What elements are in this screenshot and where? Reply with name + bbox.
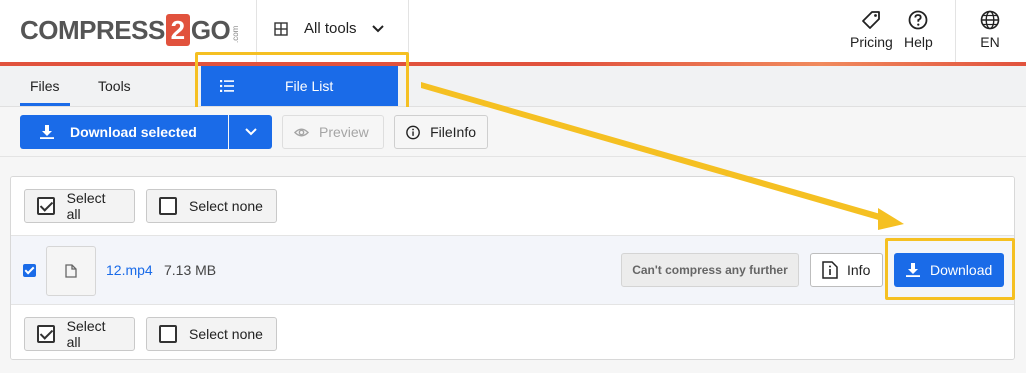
checkbox-empty-icon xyxy=(159,325,177,343)
download-icon xyxy=(906,263,920,277)
table-row: 12.mp4 7.13 MB Can't compress any furthe… xyxy=(11,235,1014,304)
logo-text-go: GO xyxy=(190,14,231,45)
list-icon xyxy=(220,80,234,92)
logo-text-compress: COMPRESS xyxy=(20,14,165,45)
header-divider xyxy=(408,0,409,62)
tab-tools[interactable]: Tools xyxy=(98,78,131,94)
select-all-label: Select all xyxy=(66,318,106,350)
header-divider xyxy=(256,0,257,62)
file-icon xyxy=(65,264,77,278)
select-all-label: Select all xyxy=(66,190,106,222)
file-info-label: Info xyxy=(847,262,871,278)
file-size: 7.13 MB xyxy=(164,262,217,278)
status-text: Can't compress any further xyxy=(632,263,788,277)
pricing-label: Pricing xyxy=(850,34,893,50)
file-download-label: Download xyxy=(930,262,993,278)
select-none-label: Select none xyxy=(189,326,263,342)
tag-icon xyxy=(862,11,881,29)
logo-number: 2 xyxy=(165,14,190,46)
selection-controls-bottom: Select all Select none xyxy=(11,304,1014,359)
pricing-button[interactable]: Pricing xyxy=(850,10,893,50)
tab-file-list[interactable]: File List xyxy=(201,66,398,106)
file-row-checkbox[interactable] xyxy=(23,264,36,277)
header-divider xyxy=(955,0,956,62)
selection-controls-top: Select all Select none xyxy=(11,177,1014,235)
status-badge: Can't compress any further xyxy=(621,253,799,287)
tab-files[interactable]: Files xyxy=(20,78,69,106)
language-label: EN xyxy=(980,34,1000,50)
language-selector[interactable]: EN xyxy=(980,10,1000,50)
logo-domain: .com xyxy=(231,25,241,43)
select-all-button[interactable]: Select all xyxy=(24,317,135,351)
download-selected-label: Download selected xyxy=(70,124,197,140)
checkbox-checked-icon xyxy=(37,325,55,343)
file-list-panel: Select all Select none 12.mp4 7.13 MB Ca… xyxy=(10,176,1015,360)
all-tools-menu[interactable]: All tools xyxy=(274,20,385,37)
checkbox-empty-icon xyxy=(159,197,177,215)
chevron-down-icon xyxy=(244,128,257,136)
file-list-label: File List xyxy=(285,78,334,94)
preview-label: Preview xyxy=(319,124,369,140)
compress2go-logo[interactable]: COMPRESS 2 GO .com xyxy=(20,10,240,50)
fileinfo-button[interactable]: FileInfo xyxy=(394,115,488,149)
info-doc-icon xyxy=(822,261,838,279)
download-icon xyxy=(40,125,54,139)
info-circle-icon xyxy=(406,125,420,139)
preview-button[interactable]: Preview xyxy=(282,115,384,149)
help-button[interactable]: Help xyxy=(904,10,933,50)
globe-icon xyxy=(980,10,1000,30)
select-none-label: Select none xyxy=(189,198,263,214)
help-label: Help xyxy=(904,34,933,50)
download-selected-button[interactable]: Download selected xyxy=(20,115,228,149)
file-info-button[interactable]: Info xyxy=(810,253,883,287)
action-toolbar: Download selected Preview FileInfo xyxy=(0,107,1026,157)
download-options-button[interactable] xyxy=(229,115,272,149)
eye-icon xyxy=(294,128,309,136)
select-none-button[interactable]: Select none xyxy=(146,317,277,351)
file-thumbnail xyxy=(46,246,96,296)
file-name-link[interactable]: 12.mp4 xyxy=(106,262,153,278)
select-none-button[interactable]: Select none xyxy=(146,189,277,223)
tab-bar: Files Tools xyxy=(0,66,1026,107)
chevron-down-icon xyxy=(371,24,384,32)
all-tools-label: All tools xyxy=(304,20,357,37)
fileinfo-label: FileInfo xyxy=(430,124,476,140)
help-icon xyxy=(908,10,928,30)
file-download-button[interactable]: Download xyxy=(894,253,1004,287)
select-all-button[interactable]: Select all xyxy=(24,189,135,223)
app-header: COMPRESS 2 GO .com All tools Pricing Hel… xyxy=(0,0,1026,63)
checkbox-checked-icon xyxy=(37,197,55,215)
grid-icon xyxy=(274,21,288,36)
